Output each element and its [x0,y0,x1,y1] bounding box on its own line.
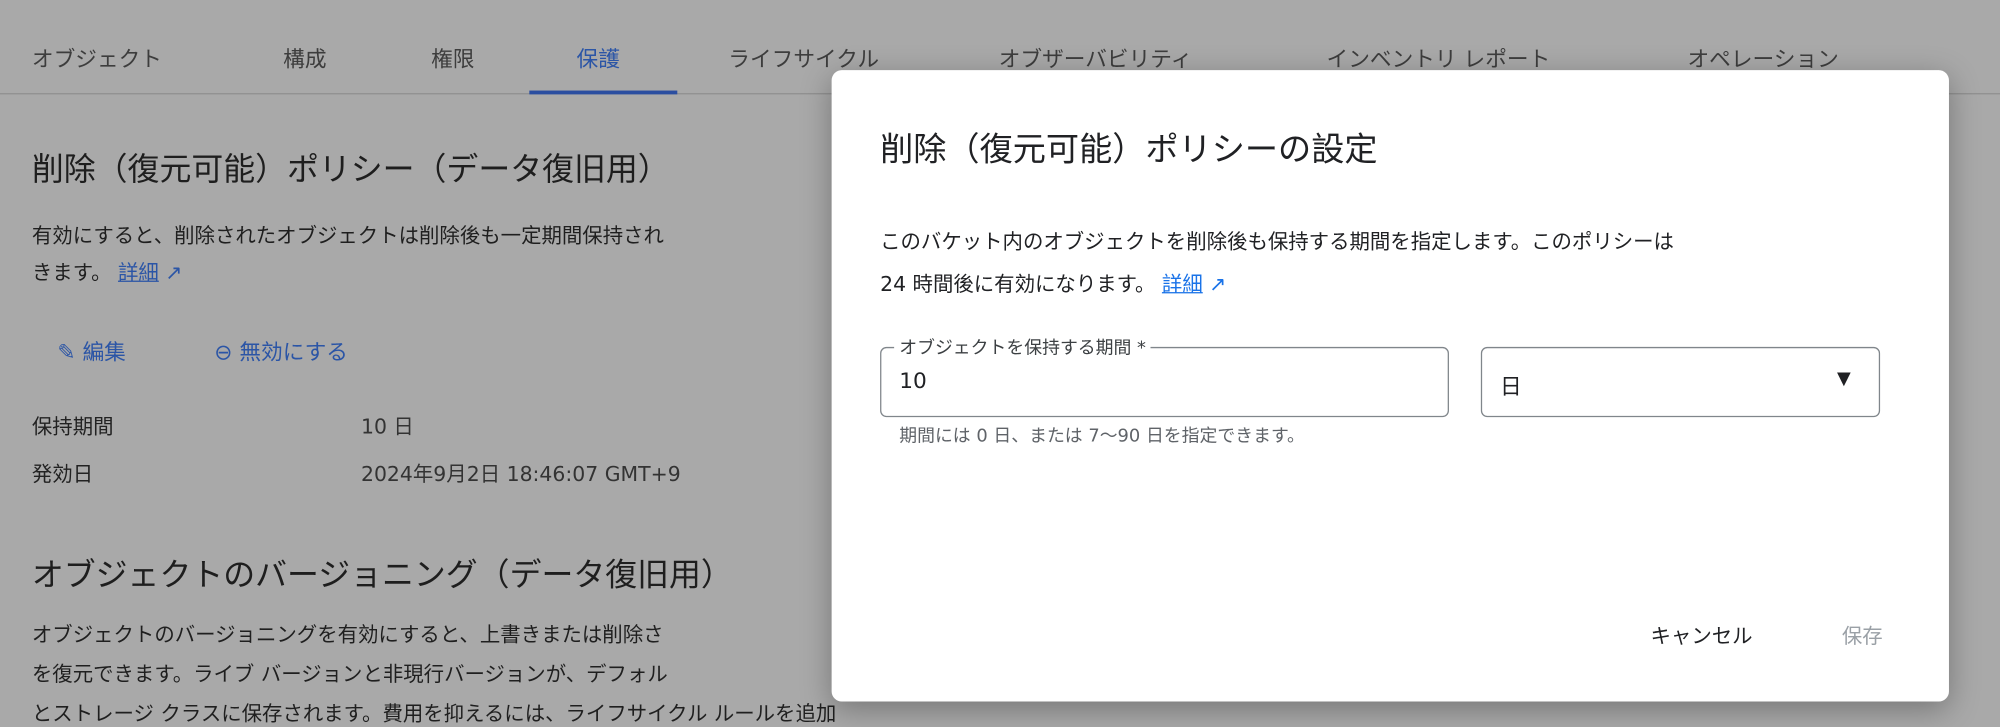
tab-objects[interactable]: オブジェクト [32,41,162,73]
external-link-icon: ↗ [1209,271,1227,296]
dialog-learn-more-link[interactable]: 詳細 [1162,272,1203,296]
unit-value: 日 [1499,374,1522,401]
retention-label: 保持期間 [31,414,114,439]
unit-select[interactable]: 日 ▼ [1480,346,1881,418]
tab-protection[interactable]: 保護 [577,41,620,73]
caret-down-icon: ▼ [1836,368,1851,390]
soft-delete-desc: 有効にすると、削除されたオブジェクトは削除後も一定期間保持され [31,223,664,248]
retention-value: 10 日 [360,414,414,439]
effective-value: 2024年9月2日 18:46:07 GMT+9 [360,461,681,486]
save-button[interactable]: 保存 [1842,619,1883,650]
learn-more-link[interactable]: 詳細 [118,260,159,284]
active-tab-indicator [529,90,678,95]
edit-button[interactable]: ✎ 編集 [57,334,126,367]
soft-delete-desc-text: きます。 [31,260,112,285]
tab-observability[interactable]: オブザーバビリティ [999,41,1193,73]
dialog-title: 削除（復元可能）ポリシーの設定 [880,131,1378,170]
tab-permissions[interactable]: 権限 [431,41,474,73]
dialog-desc-2: 24 時間後に有効になります。 詳細 ↗ [880,267,1226,298]
effective-label: 発効日 [31,461,94,486]
tab-configuration[interactable]: 構成 [283,41,326,73]
soft-delete-desc-2: きます。 詳細 ↗ [32,255,183,286]
dialog-desc: このバケット内のオブジェクトを削除後も保持する期間を指定します。このポリシーは [880,229,1674,254]
versioning-title: オブジェクトのバージョニング（データ復旧用） [31,556,733,594]
disable-button[interactable]: ⊖ 無効にする [214,334,348,367]
duration-value[interactable]: 10 [899,369,927,395]
cancel-button[interactable]: キャンセル [1650,619,1752,650]
soft-delete-title: 削除（復元可能）ポリシー（データ復旧用） [31,150,670,188]
edit-label: 編集 [82,340,126,367]
versioning-desc-2: を復元できます。ライブ バージョンと非現行バージョンが、デフォル [31,661,668,687]
pencil-icon: ✎ [57,340,76,367]
duration-input[interactable]: オブジェクトを保持する期間 * 10 [880,334,1449,418]
versioning-desc-3: とストレージ クラスに保存されます。費用を抑えるには、ライフサイクル ルールを追… [31,701,837,726]
tab-operations[interactable]: オペレーション [1687,41,1838,73]
disable-label: 無効にする [239,340,348,367]
external-link-icon: ↗ [165,260,183,285]
versioning-desc-1: オブジェクトのバージョニングを有効にすると、上書きまたは削除さ [31,622,664,647]
duration-helper-text: 期間には 0 日、または 7〜90 日を指定できます。 [899,426,1305,447]
page: オブジェクト 構成 権限 保護 ライフサイクル オブザーバビリティ インベントリ… [0,0,2000,726]
duration-label: オブジェクトを保持する期間 * [894,334,1152,360]
tab-lifecycle[interactable]: ライフサイクル [728,41,879,73]
minus-circle-icon: ⊖ [214,340,233,367]
tab-inventory-reports[interactable]: インベントリ レポート [1327,41,1551,73]
dialog-desc-text: 24 時間後に有効になります。 [880,271,1156,296]
soft-delete-dialog: 削除（復元可能）ポリシーの設定 このバケット内のオブジェクトを削除後も保持する期… [831,70,1949,702]
